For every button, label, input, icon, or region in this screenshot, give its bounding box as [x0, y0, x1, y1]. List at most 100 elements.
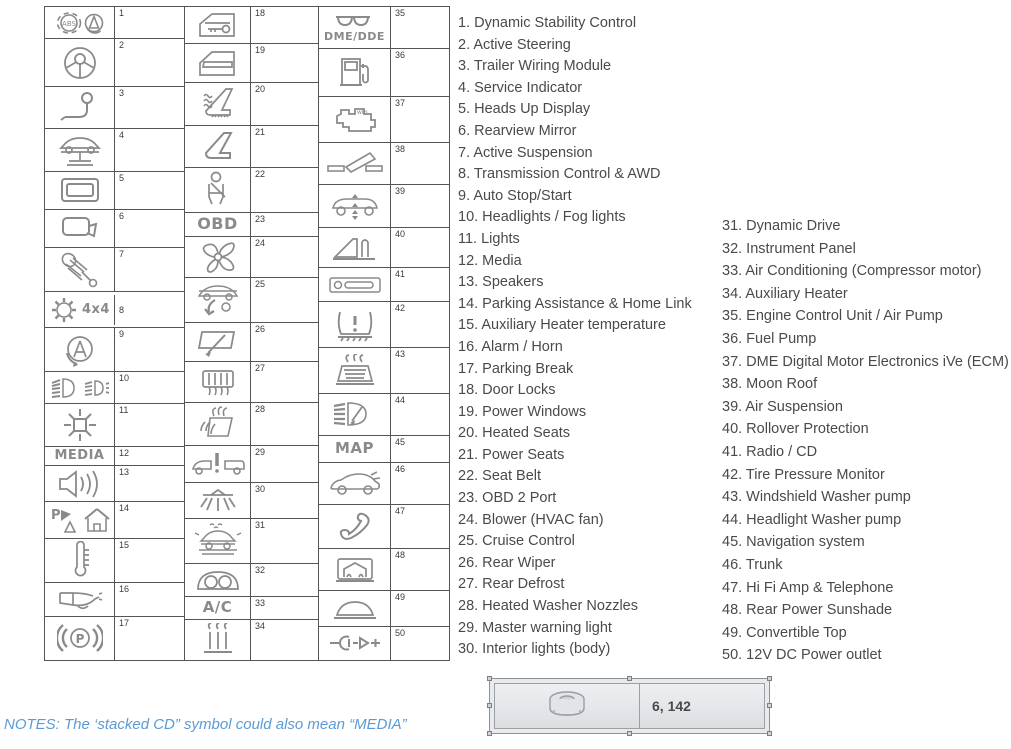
symbol-text: A/C — [202, 597, 233, 616]
symbol-number: 41 — [395, 269, 406, 280]
heated-seat-icon — [185, 83, 251, 126]
symbol-number: 33 — [255, 597, 266, 608]
legend-item: 36. Fuel Pump — [722, 330, 817, 347]
symbol-text: MAP — [334, 439, 375, 458]
symbol-number: 31 — [255, 519, 266, 530]
legend-item: 29. Master warning light — [458, 619, 612, 636]
table-row: 6 — [45, 209, 184, 248]
legend-item: 34. Auxiliary Heater — [722, 285, 848, 302]
horn-icon — [45, 582, 115, 616]
table-row: 26 — [185, 322, 318, 363]
legend-item: 11. Lights — [458, 230, 520, 247]
power-seat-icon — [185, 126, 251, 167]
symbol-number: 6 — [119, 210, 125, 221]
rearview-mirror-icon — [45, 209, 115, 247]
trailer-hitch-icon — [45, 87, 115, 129]
symbol-number: 29 — [255, 447, 266, 458]
air-suspension-icon — [319, 184, 391, 228]
legend-item: 7. Active Suspension — [458, 144, 593, 161]
check-engine-icon: wm — [319, 96, 391, 142]
table-row: P 17 — [45, 616, 184, 661]
radio-cd-icon — [319, 268, 391, 302]
legend-item: 32. Instrument Panel — [722, 240, 856, 257]
svg-text:P: P — [51, 508, 61, 523]
symbol-number: 45 — [395, 436, 406, 447]
table-row: P 14 — [45, 502, 184, 539]
resize-handle-top-right[interactable] — [767, 676, 772, 681]
notes-text: NOTES: The ‘stacked CD” symbol could als… — [4, 716, 407, 733]
sun-lights-icon — [45, 404, 115, 446]
resize-handle-middle-right[interactable] — [767, 703, 772, 708]
table-row: MAP 45 — [319, 435, 449, 464]
symbol-number: 8 — [119, 305, 125, 316]
legend-item: 6. Rearview Mirror — [458, 122, 577, 139]
symbol-number: 13 — [119, 467, 130, 478]
svg-text:P: P — [75, 632, 84, 646]
table-row: MEDIA 12 — [45, 446, 184, 467]
auto-start-stop-icon — [45, 328, 115, 372]
symbol-number: 43 — [395, 349, 406, 360]
legend-item: 19. Power Windows — [458, 403, 587, 420]
power-outlet-icon — [319, 627, 391, 660]
table-row: 30 — [185, 483, 318, 519]
legend-item: 46. Trunk — [722, 556, 783, 573]
symbol-number: 26 — [255, 323, 266, 334]
legend-item: 9. Auto Stop/Start — [458, 187, 572, 204]
legend-item: 49. Convertible Top — [722, 624, 847, 641]
door-lock-icon — [185, 7, 251, 44]
symbol-number: 27 — [255, 363, 266, 374]
symbol-number: 18 — [255, 8, 266, 18]
fuel-pump-icon — [319, 48, 391, 96]
seat-belt-icon — [185, 167, 251, 212]
cruise-control-icon — [185, 277, 251, 322]
legend-item: 15. Auxiliary Heater temperature — [458, 317, 666, 334]
symbol-number: 48 — [395, 550, 406, 561]
resize-handle-bottom-left[interactable] — [487, 731, 492, 736]
symbol-number: 32 — [255, 564, 266, 575]
resize-handle-top-left[interactable] — [487, 676, 492, 681]
symbol-grid-column-3: DME/DDE 35 36 wm 37 38 39 40 41 42 43 44… — [318, 6, 450, 661]
table-row: 19 — [185, 44, 318, 84]
table-row: 34 — [185, 619, 318, 660]
symbol-number: 4 — [119, 130, 125, 141]
legend-item: 27. Rear Defrost — [458, 576, 565, 593]
table-row: 47 — [319, 505, 449, 550]
legend-item: 37. DME Digital Motor Electronics iVe (E… — [722, 353, 1009, 370]
heated-washer-nozzle-icon — [185, 403, 251, 446]
resize-handle-bottom-center[interactable] — [626, 731, 632, 736]
legend-item: 28. Heated Washer Nozzles — [458, 598, 638, 615]
table-row: 36 — [319, 48, 449, 97]
rear-defrost-icon — [185, 362, 251, 403]
symbol-number: 25 — [255, 278, 266, 289]
table-row: 39 — [319, 184, 449, 229]
symbol-number: 12 — [119, 447, 130, 458]
resize-handle-top-center[interactable] — [626, 676, 632, 681]
table-row: wm 37 — [319, 96, 449, 143]
resize-handle-bottom-right[interactable] — [767, 731, 772, 736]
svg-text:ABS: ABS — [62, 20, 76, 28]
rollover-protection-icon — [319, 228, 391, 268]
symbol-number: 11 — [119, 405, 129, 416]
table-row: 7 — [45, 247, 184, 292]
power-window-icon — [185, 44, 251, 83]
symbol-number: 14 — [119, 503, 130, 514]
dme-dde-icon: DME/DDE — [319, 7, 391, 48]
symbol-number: 10 — [119, 373, 130, 384]
resize-handle-middle-left[interactable] — [487, 703, 492, 708]
table-row: OBD 23 — [185, 212, 318, 237]
photo-inset-selected-image[interactable]: 6, 142 — [487, 676, 772, 736]
abs-dsc-icon: ABS — [45, 7, 115, 39]
legend-item: 42. Tire Pressure Monitor — [722, 466, 885, 483]
legend-item: 1. Dynamic Stability Control — [458, 15, 637, 31]
table-row: 48 — [319, 549, 449, 592]
table-row: A/C 33 — [185, 596, 318, 620]
symbol-number: 47 — [395, 506, 406, 517]
table-row: 24 — [185, 236, 318, 278]
instrument-panel-icon — [185, 563, 251, 596]
legend-item: 41. Radio / CD — [722, 443, 818, 460]
rear-sunshade-icon — [319, 549, 391, 591]
legend-item: 14. Parking Assistance & Home Link — [458, 295, 692, 312]
symbol-number: 21 — [255, 127, 266, 138]
table-row: 44 — [319, 393, 449, 436]
speaker-icon — [45, 466, 115, 502]
